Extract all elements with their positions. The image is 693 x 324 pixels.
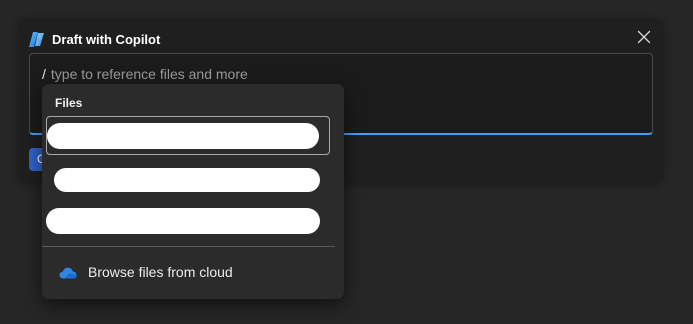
redacted-file-name [46,208,320,234]
onedrive-cloud-icon [59,266,77,279]
files-section-label: Files [55,96,83,110]
slash-trigger: / [42,66,46,82]
browse-files-label: Browse files from cloud [88,264,233,280]
file-reference-menu: Files Browse files from cloud [42,84,344,299]
panel-header: Draft with Copilot [28,28,160,50]
close-button[interactable] [633,26,655,48]
file-item[interactable] [46,116,330,155]
menu-divider [42,246,335,247]
redacted-file-name [47,123,319,149]
copilot-logo-icon [28,31,45,48]
panel-title: Draft with Copilot [52,31,161,47]
prompt-placeholder: / type to reference files and more [42,66,248,82]
placeholder-text: type to reference files and more [50,66,248,82]
close-icon [637,30,651,44]
redacted-file-name [54,168,320,192]
file-item[interactable] [46,160,330,199]
file-item[interactable] [46,202,330,241]
browse-files-from-cloud-item[interactable]: Browse files from cloud [46,256,330,288]
